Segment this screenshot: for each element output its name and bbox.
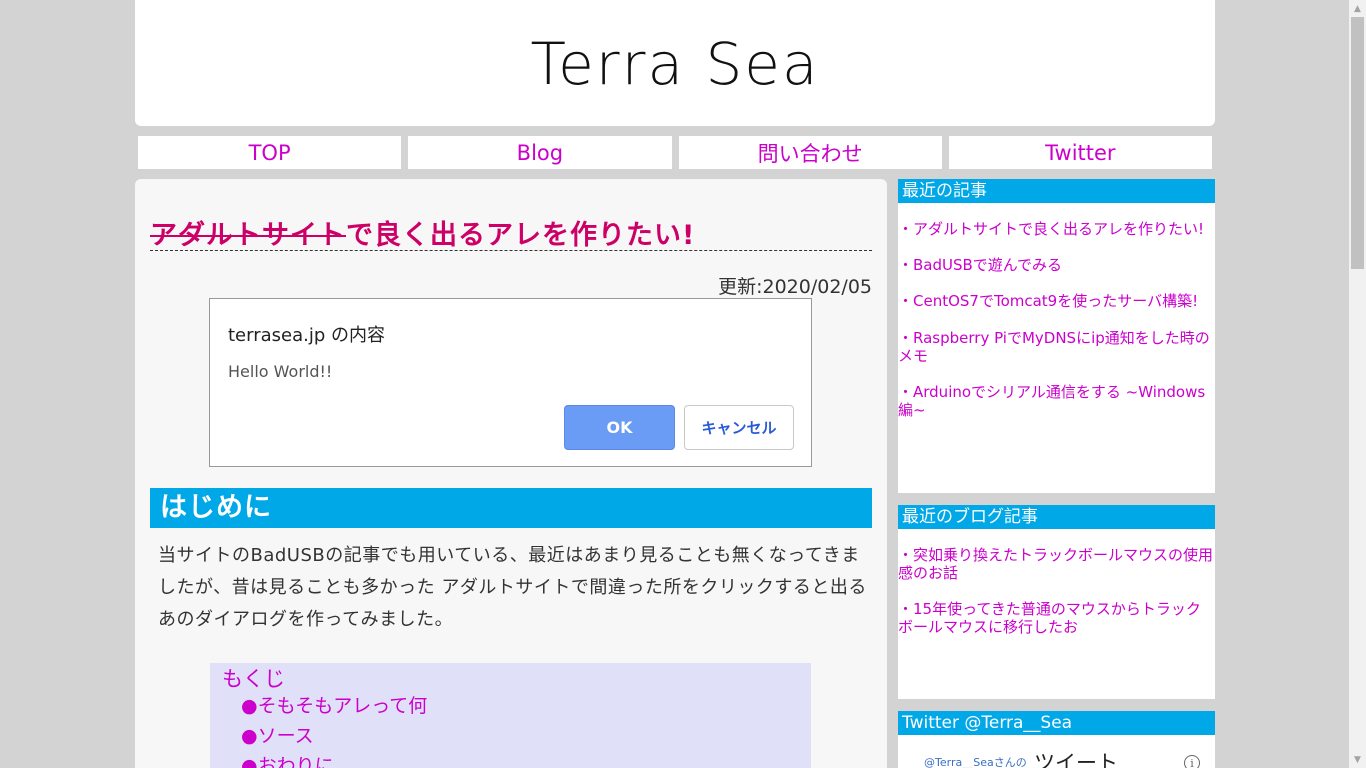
toc-item[interactable]: ●おわりに — [241, 751, 334, 768]
dialog-ok-button: OK — [564, 405, 675, 450]
toc-item[interactable]: ●そもそもアレって何 — [241, 691, 427, 718]
table-of-contents: もくじ ●そもそもアレって何 ●ソース ●おわりに — [210, 663, 811, 768]
scroll-thumb[interactable] — [1351, 17, 1364, 269]
dialog-cancel-button: キャンセル — [684, 405, 794, 450]
nav-item-twitter[interactable]: Twitter — [948, 136, 1212, 169]
updated-date: 更新:2020/02/05 — [718, 276, 872, 298]
twitter-embed-handle[interactable]: @Terra__Seaさんの — [924, 754, 1027, 768]
twitter-heading: Twitter @Terra__Sea — [898, 711, 1215, 735]
article-title-rest: で良く出るアレを作りたい! — [346, 220, 696, 251]
nav-item-top[interactable]: TOP — [138, 136, 402, 169]
intro-paragraph: 当サイトのBadUSBの記事でも用いている、最近はあまり見ることも無くなってきま… — [158, 545, 867, 630]
recent-blog-heading: 最近のブログ記事 — [898, 505, 1215, 529]
recent-blog-link[interactable]: ・15年使ってきた普通のマウスからトラックボールマウスに移行したお — [898, 600, 1215, 636]
recent-blog-link[interactable]: ・突如乗り換えたトラックボールマウスの使用感のお話 — [898, 546, 1215, 582]
twitter-widget: Twitter @Terra__Sea @Terra__Seaさんの ツイート … — [898, 711, 1215, 768]
recent-article-link[interactable]: ・Raspberry PiでMyDNSにip通知をした時のメモ — [898, 329, 1215, 365]
recent-articles-widget: 最近の記事 ・アダルトサイトで良く出るアレを作りたい! ・BadUSBで遊んでみ… — [898, 179, 1215, 493]
recent-article-link[interactable]: ・BadUSBで遊んでみる — [898, 256, 1215, 274]
article-title: アダルトサイトで良く出るアレを作りたい! — [150, 213, 872, 251]
scroll-down-arrow-icon[interactable]: ▼ — [1349, 751, 1366, 768]
toc-title: もくじ — [222, 667, 285, 691]
section-heading: はじめに — [150, 488, 872, 528]
main-content: アダルトサイトで良く出るアレを作りたい! 更新:2020/02/05 terra… — [135, 179, 887, 768]
recent-article-link[interactable]: ・CentOS7でTomcat9を使ったサーバ構築! — [898, 292, 1215, 310]
info-icon[interactable]: i — [1184, 755, 1200, 768]
page-scrollbar[interactable]: ▲ ▼ — [1349, 0, 1366, 768]
twitter-embed-title: ツイート — [1034, 751, 1118, 768]
dialog-message: Hello World!! — [228, 362, 333, 381]
recent-article-link[interactable]: ・アダルトサイトで良く出るアレを作りたい! — [898, 220, 1215, 238]
recent-article-link[interactable]: ・Arduinoでシリアル通信をする ~Windows編~ — [898, 383, 1215, 419]
nav-item-contact[interactable]: 問い合わせ — [678, 136, 942, 169]
article-title-struck: アダルトサイト — [150, 220, 346, 251]
dialog-title: terrasea.jp の内容 — [228, 325, 385, 346]
recent-articles-heading: 最近の記事 — [898, 179, 1215, 203]
main-nav: TOP Blog 問い合わせ Twitter — [138, 136, 1212, 169]
toc-item[interactable]: ●ソース — [241, 721, 314, 748]
site-header: Terra Sea — [135, 0, 1215, 126]
nav-item-blog[interactable]: Blog — [408, 136, 672, 169]
scroll-up-arrow-icon[interactable]: ▲ — [1349, 0, 1366, 17]
recent-blog-widget: 最近のブログ記事 ・突如乗り換えたトラックボールマウスの使用感のお話 ・15年使… — [898, 505, 1215, 699]
dialog-screenshot: terrasea.jp の内容 Hello World!! OK キャンセル — [209, 298, 812, 467]
site-title[interactable]: Terra Sea — [531, 30, 820, 98]
